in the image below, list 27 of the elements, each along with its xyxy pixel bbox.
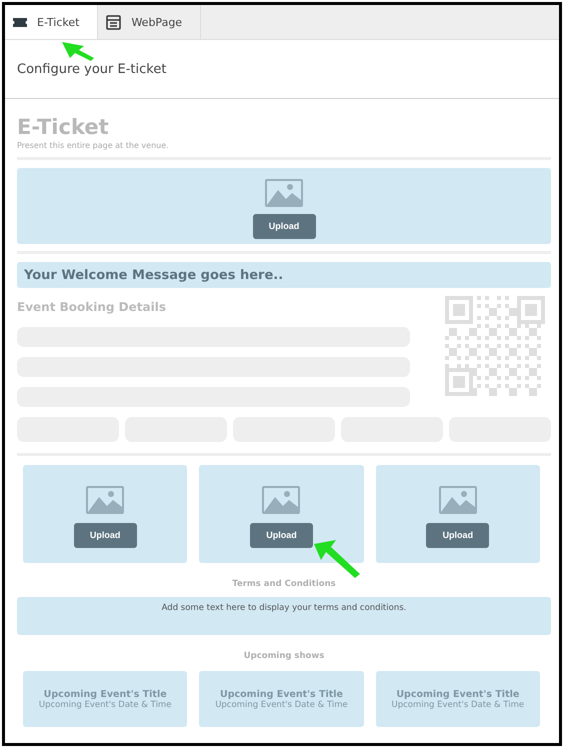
event-date: Upcoming Event's Date & Time xyxy=(215,700,348,710)
section-heading: Terms and Conditions xyxy=(232,579,336,589)
tab[interactable]: E-Ticket xyxy=(5,5,98,39)
event-date: Upcoming Event's Date & Time xyxy=(392,700,524,710)
ticket-icon xyxy=(13,18,27,26)
upload-button[interactable]: Upload xyxy=(250,522,313,548)
page-icon xyxy=(106,14,122,30)
pointer-arrow xyxy=(60,40,96,62)
page-title: Configure your E-ticket xyxy=(17,62,166,76)
section-heading: Event Booking Details xyxy=(17,300,167,314)
event-title: Upcoming Event's Title xyxy=(220,688,343,700)
upload-button[interactable]: Upload xyxy=(252,214,316,238)
image-icon xyxy=(85,484,126,514)
terms-text: Add some text here to display your terms and conditions. xyxy=(162,603,406,615)
pointer-arrow xyxy=(312,538,362,580)
upload-button[interactable]: Upload xyxy=(74,522,137,548)
event-title: Upcoming Event's Title xyxy=(44,688,167,700)
event-title: Upcoming Event's Title xyxy=(396,688,520,700)
welcome-message: Your Welcome Message goes here.. xyxy=(24,268,284,282)
image-icon xyxy=(264,178,304,208)
ticket-subtitle: Present this entire page at the venue. xyxy=(17,141,170,150)
ticket-title: E-Ticket xyxy=(17,115,110,139)
event-date: Upcoming Event's Date & Time xyxy=(38,700,172,710)
section-heading: Upcoming shows xyxy=(244,651,324,661)
upload-button[interactable]: Upload xyxy=(426,522,490,548)
image-icon xyxy=(261,484,302,514)
image-icon xyxy=(438,484,478,514)
